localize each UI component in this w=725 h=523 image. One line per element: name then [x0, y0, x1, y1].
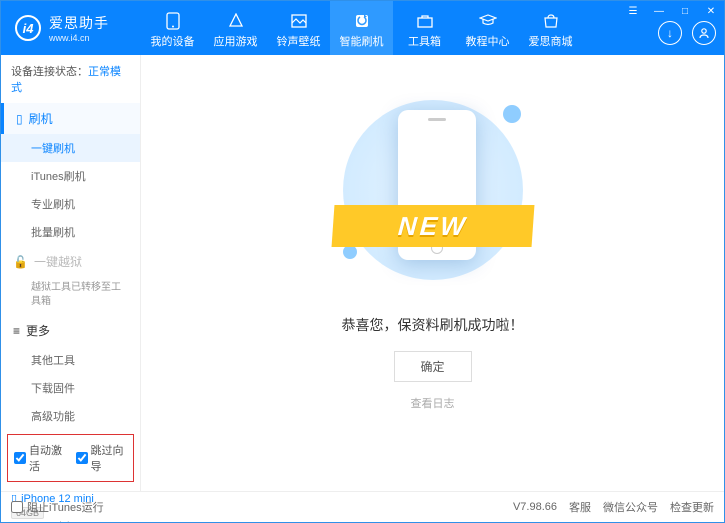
nav-label: 应用游戏 [214, 33, 258, 49]
check-update-link[interactable]: 检查更新 [670, 499, 714, 515]
menu-icon[interactable]: ☰ [620, 1, 646, 21]
nav-flash[interactable]: 智能刷机 [330, 1, 393, 55]
user-icon[interactable] [692, 21, 716, 45]
logo-text: 爱思助手 www.i4.cn [49, 13, 109, 43]
nav-label: 爱思商城 [529, 33, 573, 49]
nav-tutorial[interactable]: 教程中心 [456, 1, 519, 55]
success-message: 恭喜您，保资料刷机成功啦！ [141, 315, 724, 335]
jailbreak-note: 越狱工具已转移至工具箱 [1, 277, 140, 315]
app-window: i4 爱思助手 www.i4.cn 我的设备 应用游戏 铃声壁纸 智能刷机 工具… [0, 0, 725, 523]
footer-right: V7.98.66 客服 微信公众号 检查更新 [513, 499, 714, 515]
lock-icon: 🔓 [13, 255, 28, 269]
main-content: NEW 恭喜您，保资料刷机成功啦！ 确定 查看日志 [141, 55, 724, 491]
download-icon[interactable]: ↓ [658, 21, 682, 45]
minimize-icon[interactable]: — [646, 1, 672, 21]
nav-store[interactable]: 爱思商城 [519, 1, 582, 55]
nav-label: 我的设备 [151, 33, 195, 49]
skip-guide-checkbox[interactable]: 跳过向导 [76, 442, 128, 474]
success-illustration: NEW [333, 95, 533, 285]
sidebar-batch-flash[interactable]: 批量刷机 [1, 218, 140, 246]
logo[interactable]: i4 爱思助手 www.i4.cn [1, 13, 141, 43]
sidebar-pro-flash[interactable]: 专业刷机 [1, 190, 140, 218]
section-more[interactable]: ≡更多 [1, 315, 140, 346]
app-name: 爱思助手 [49, 13, 109, 33]
phone-icon: ▯ [16, 112, 23, 126]
nav-my-device[interactable]: 我的设备 [141, 1, 204, 55]
list-icon: ≡ [13, 324, 20, 338]
logo-icon: i4 [15, 15, 41, 41]
sidebar-other-tools[interactable]: 其他工具 [1, 346, 140, 374]
wechat-link[interactable]: 微信公众号 [603, 499, 658, 515]
auto-activate-checkbox[interactable]: 自动激活 [14, 442, 66, 474]
tutorial-icon [479, 12, 497, 30]
nav-ringtones[interactable]: 铃声壁纸 [267, 1, 330, 55]
wallpaper-icon [290, 12, 308, 30]
block-itunes-checkbox[interactable]: 阻止iTunes运行 [11, 499, 104, 515]
body: 设备连接状态：正常模式 ▯刷机 一键刷机 iTunes刷机 专业刷机 批量刷机 … [1, 55, 724, 491]
sidebar: 设备连接状态：正常模式 ▯刷机 一键刷机 iTunes刷机 专业刷机 批量刷机 … [1, 55, 141, 491]
view-log-link[interactable]: 查看日志 [141, 395, 724, 411]
store-icon [542, 12, 560, 30]
version-label: V7.98.66 [513, 501, 557, 513]
nav-toolbox[interactable]: 工具箱 [393, 1, 456, 55]
sidebar-advanced[interactable]: 高级功能 [1, 402, 140, 430]
options-box: 自动激活 跳过向导 [7, 434, 134, 482]
flash-icon [353, 12, 371, 30]
section-flash[interactable]: ▯刷机 [1, 103, 140, 134]
nav-label: 智能刷机 [340, 33, 384, 49]
apps-icon [227, 12, 245, 30]
new-ribbon: NEW [331, 205, 534, 247]
nav-label: 工具箱 [408, 33, 441, 49]
connection-status: 设备连接状态：正常模式 [1, 55, 140, 103]
close-icon[interactable]: ✕ [698, 1, 724, 21]
device-icon [164, 12, 182, 30]
nav-label: 教程中心 [466, 33, 510, 49]
sidebar-itunes-flash[interactable]: iTunes刷机 [1, 162, 140, 190]
header-actions: ↓ [658, 21, 716, 45]
maximize-icon[interactable]: □ [672, 1, 698, 21]
sidebar-onekey-flash[interactable]: 一键刷机 [1, 134, 140, 162]
sidebar-download-fw[interactable]: 下载固件 [1, 374, 140, 402]
titlebar: i4 爱思助手 www.i4.cn 我的设备 应用游戏 铃声壁纸 智能刷机 工具… [1, 1, 724, 55]
window-controls: ☰ — □ ✕ [620, 1, 724, 21]
nav-label: 铃声壁纸 [277, 33, 321, 49]
customer-service-link[interactable]: 客服 [569, 499, 591, 515]
nav-apps[interactable]: 应用游戏 [204, 1, 267, 55]
section-jailbreak[interactable]: 🔓一键越狱 [1, 246, 140, 277]
app-url: www.i4.cn [49, 33, 109, 43]
toolbox-icon [416, 12, 434, 30]
confirm-button[interactable]: 确定 [393, 351, 471, 382]
main-nav: 我的设备 应用游戏 铃声壁纸 智能刷机 工具箱 教程中心 爱思商城 [141, 1, 582, 55]
